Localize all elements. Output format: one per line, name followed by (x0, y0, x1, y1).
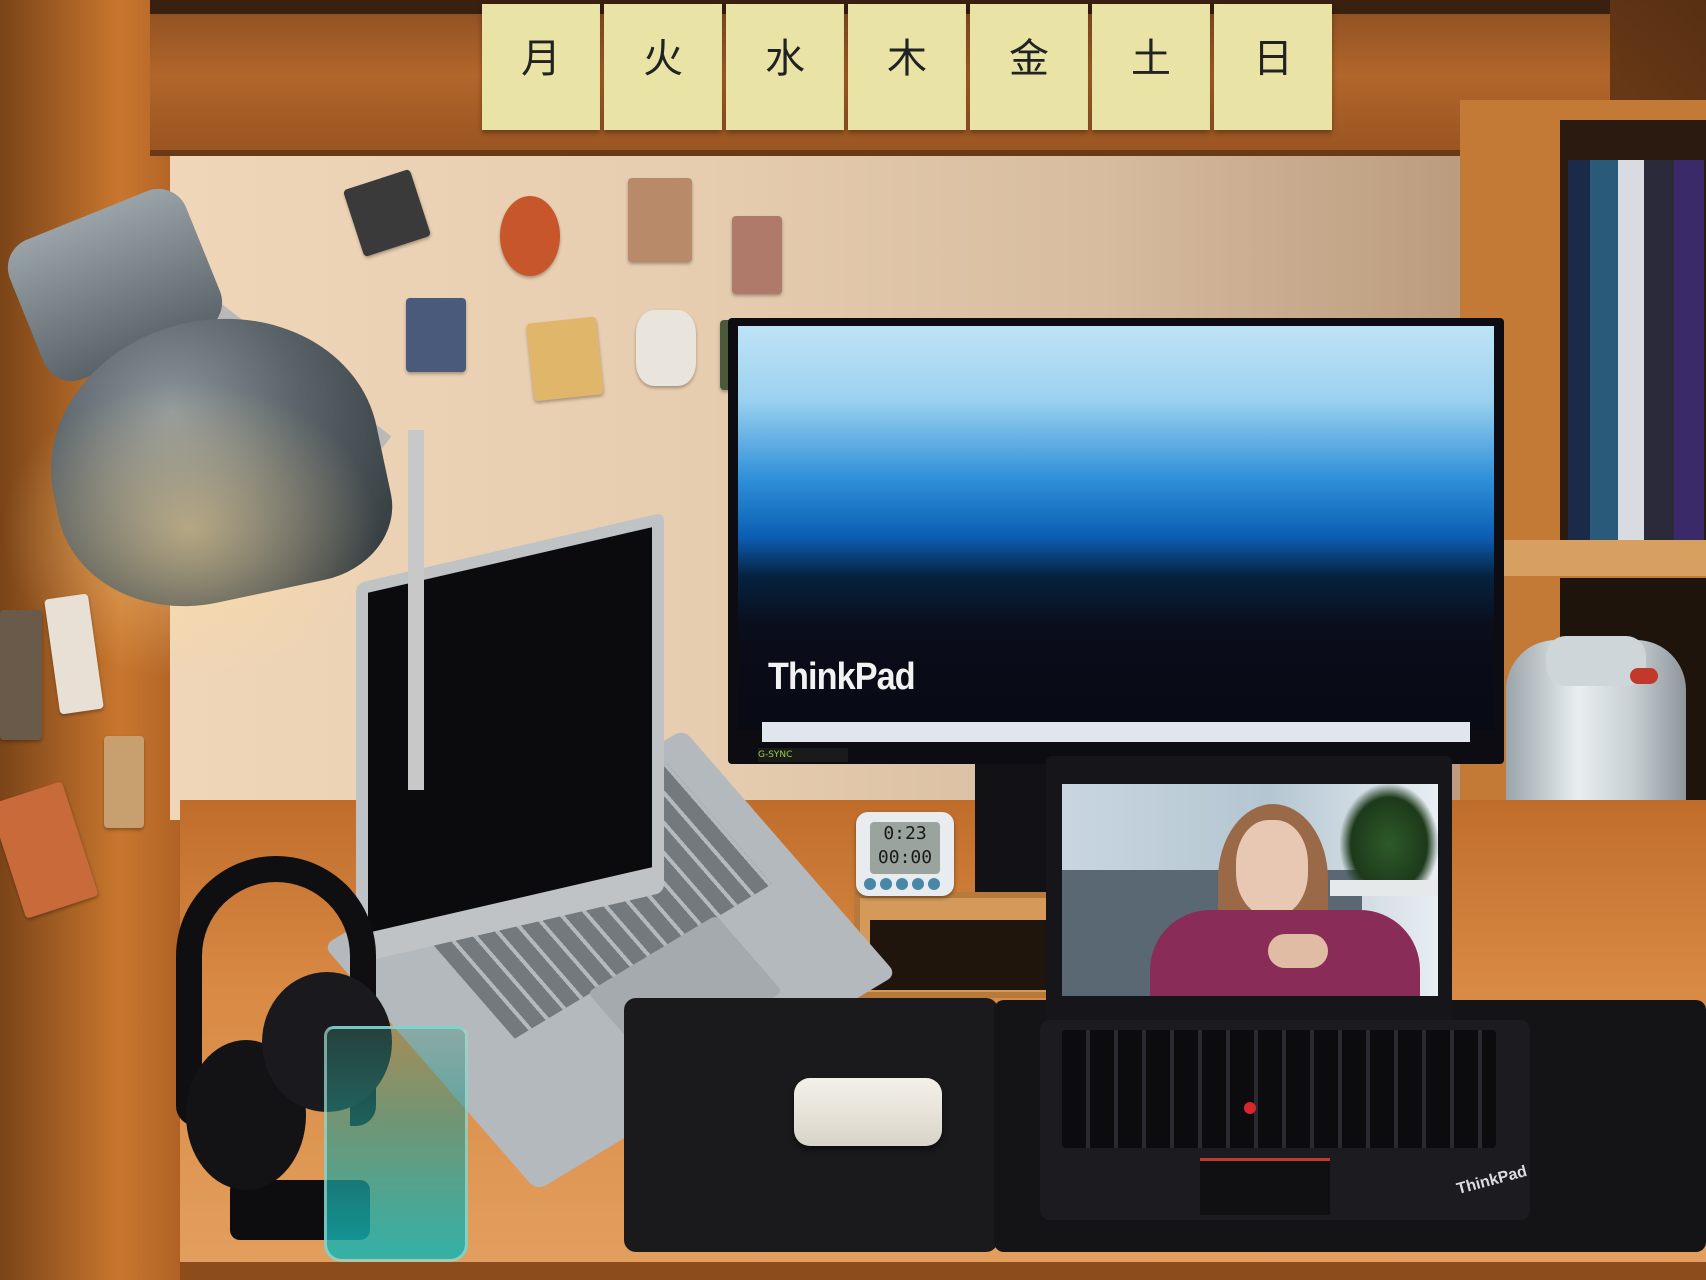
timer-display: 0:23 00:00 (870, 822, 940, 874)
thermos-button (1630, 668, 1658, 684)
timer-line-2: 00:00 (877, 847, 933, 868)
figure-sticker (732, 216, 782, 294)
art-card (0, 610, 42, 740)
book-spine (1674, 160, 1704, 540)
weekday-note-sat: 土 (1092, 4, 1210, 130)
book-spine (1590, 160, 1618, 540)
weekday-note-thu: 木 (848, 4, 966, 130)
sunflower-sticker (500, 196, 560, 276)
thinkpad-touchpad-buttons (1200, 1158, 1330, 1215)
weekday-note-fri: 金 (970, 4, 1088, 130)
book-spine (1618, 160, 1644, 540)
weekday-note-tue: 火 (604, 4, 722, 130)
portrait-sticker (628, 178, 692, 262)
magritte-sticker (406, 298, 466, 372)
gsync-badge: G-SYNC (758, 748, 848, 762)
taskbar (762, 722, 1470, 742)
van-gogh-sticker (526, 316, 604, 402)
bust-sticker (636, 310, 696, 386)
video-person-hand (1268, 934, 1328, 968)
art-card (104, 736, 144, 828)
video-person-face (1236, 820, 1308, 916)
video-christmas-tree (1340, 784, 1438, 884)
timer-button (928, 878, 940, 890)
lamp-pole (408, 430, 424, 790)
video-shelf (1330, 880, 1438, 896)
timer-button (896, 878, 908, 890)
drinking-glass (324, 1026, 468, 1262)
book-spine (1568, 160, 1590, 540)
desk-scene: 月 火 水 木 金 土 日 ThinkPad G-SYNC 0:23 00:00 (0, 0, 1706, 1280)
timer-button (880, 878, 892, 890)
monitor-wallpaper-logo: ThinkPad (768, 656, 916, 698)
timer-button (912, 878, 924, 890)
weekday-note-sun: 日 (1214, 4, 1332, 130)
timer-line-1: 0:23 (883, 823, 927, 844)
book-spine (1644, 160, 1674, 540)
weekday-note-mon: 月 (482, 4, 600, 130)
weekday-note-wed: 水 (726, 4, 844, 130)
white-device (794, 1078, 942, 1146)
trackpoint (1244, 1102, 1256, 1114)
thinkpad-keyboard (1062, 1030, 1496, 1148)
desk-edge (180, 1262, 1706, 1280)
timer-button (864, 878, 876, 890)
timer-buttons (864, 875, 948, 890)
